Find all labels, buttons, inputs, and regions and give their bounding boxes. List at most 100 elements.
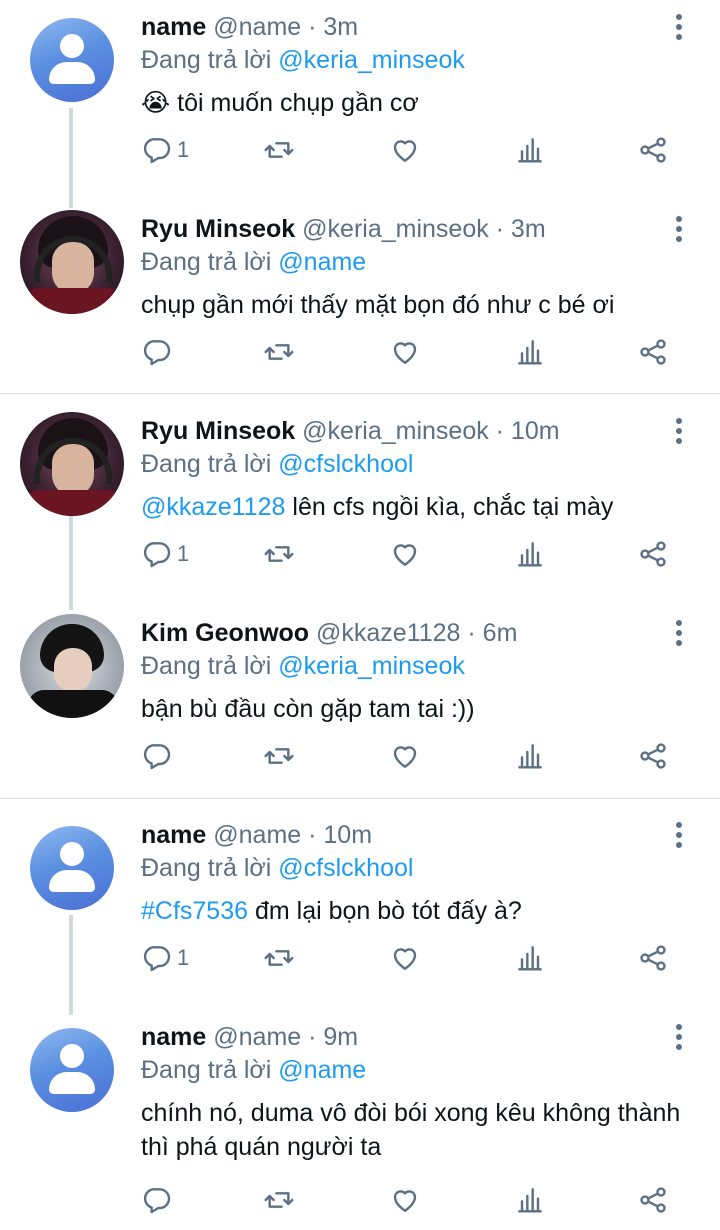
display-name[interactable]: name (141, 821, 206, 849)
tweet[interactable]: name @name · 10m Đang trả lời @cfslckhoo… (0, 808, 720, 998)
handle-time: @name · 3m (213, 13, 359, 41)
stats-button[interactable] (514, 1180, 546, 1220)
share-button[interactable] (637, 938, 669, 978)
display-name[interactable]: name (141, 1023, 206, 1051)
stats-button[interactable] (514, 332, 546, 372)
tweet[interactable]: Kim Geonwoo @kkaze1128 · 6m Đang trả lời… (0, 606, 720, 796)
retweet-icon (264, 142, 294, 158)
replying-to-mention[interactable]: @name (278, 248, 366, 276)
tweet-header: name @name · 9m (141, 1022, 358, 1052)
display-name[interactable]: name (141, 13, 206, 41)
tweet-actions (141, 736, 681, 776)
reply-button[interactable]: 1 (141, 130, 189, 170)
stats-button[interactable] (514, 938, 546, 978)
stats-button[interactable] (514, 736, 546, 776)
more-icon[interactable] (674, 418, 684, 446)
avatar[interactable] (30, 18, 114, 102)
reply-prefix: Đang trả lời (141, 248, 272, 276)
tweet-text-content: tôi muốn chụp gần cơ (177, 89, 419, 117)
retweet-icon (264, 748, 294, 764)
retweet-button[interactable] (263, 534, 295, 574)
tweet-text: 😭 tôi muốn chụp gần cơ (141, 86, 701, 120)
display-name[interactable]: Kim Geonwoo (141, 619, 309, 647)
retweet-icon (264, 1192, 294, 1208)
reply-prefix: Đang trả lời (141, 46, 272, 74)
like-button[interactable] (389, 938, 421, 978)
more-icon[interactable] (674, 216, 684, 244)
reply-button[interactable] (141, 332, 177, 372)
share-button[interactable] (637, 736, 669, 776)
tweet-text: @kkaze1128 lên cfs ngồi kìa, chắc tại mà… (141, 490, 701, 524)
reply-button[interactable] (141, 736, 177, 776)
stats-icon (518, 138, 542, 163)
share-button[interactable] (637, 534, 669, 574)
retweet-button[interactable] (263, 130, 295, 170)
hashtag-link[interactable]: #Cfs7536 (141, 897, 248, 925)
reply-prefix: Đang trả lời (141, 450, 272, 478)
like-button[interactable] (389, 1180, 421, 1220)
tweet-actions: 1 (141, 938, 681, 978)
replying-to: Đang trả lời @name (141, 247, 366, 277)
handle-time: @kkaze1128 · 6m (316, 619, 518, 647)
avatar[interactable] (20, 412, 124, 516)
replying-to-mention[interactable]: @keria_minseok (278, 652, 465, 680)
crying-emoji: 😭 (141, 89, 171, 117)
more-icon[interactable] (674, 822, 684, 850)
stats-icon (518, 542, 542, 567)
replying-to-mention[interactable]: @cfslckhool (278, 854, 413, 882)
replying-to: Đang trả lời @name (141, 1055, 366, 1085)
tweet[interactable]: Ryu Minseok @keria_minseok · 3m Đang trả… (0, 202, 720, 392)
more-icon[interactable] (674, 14, 684, 42)
stats-button[interactable] (514, 534, 546, 574)
reply-prefix: Đang trả lời (141, 1056, 272, 1084)
replying-to-mention[interactable]: @name (278, 1056, 366, 1084)
retweet-button[interactable] (263, 938, 295, 978)
avatar[interactable] (20, 614, 124, 718)
avatar[interactable] (30, 826, 114, 910)
retweet-button[interactable] (263, 1180, 295, 1220)
avatar[interactable] (30, 1028, 114, 1112)
stats-icon (518, 340, 542, 365)
display-name[interactable]: Ryu Minseok (141, 215, 295, 243)
retweet-icon (264, 344, 294, 360)
replying-to: Đang trả lời @keria_minseok (141, 651, 465, 681)
heart-icon (393, 544, 417, 566)
replying-to-mention[interactable]: @cfslckhool (278, 450, 413, 478)
replying-to: Đang trả lời @keria_minseok (141, 45, 465, 75)
more-icon[interactable] (674, 620, 684, 648)
replying-to-mention[interactable]: @keria_minseok (278, 46, 465, 74)
reply-button[interactable]: 1 (141, 938, 189, 978)
share-button[interactable] (637, 130, 669, 170)
user-mention-link[interactable]: @kkaze1128 (141, 493, 285, 521)
tweet[interactable]: Ryu Minseok @keria_minseok · 10m Đang tr… (0, 404, 720, 594)
like-button[interactable] (389, 130, 421, 170)
like-button[interactable] (389, 736, 421, 776)
avatar[interactable] (20, 210, 124, 314)
retweet-button[interactable] (263, 332, 295, 372)
share-button[interactable] (637, 332, 669, 372)
like-button[interactable] (389, 332, 421, 372)
reply-count: 1 (177, 137, 190, 162)
tweet-header: name @name · 10m (141, 820, 372, 850)
tweet-actions (141, 332, 681, 372)
tweet-text: bận bù đầu còn gặp tam tai :)) (141, 695, 475, 723)
replying-to: Đang trả lời @cfslckhool (141, 449, 413, 479)
like-button[interactable] (389, 534, 421, 574)
thread-divider (0, 393, 720, 394)
more-icon[interactable] (674, 1024, 684, 1052)
display-name[interactable]: Ryu Minseok (141, 417, 295, 445)
reply-button[interactable]: 1 (141, 534, 189, 574)
retweet-button[interactable] (263, 736, 295, 776)
tweet[interactable]: name @name · 9m Đang trả lời @name chính… (0, 1010, 720, 1230)
tweet[interactable]: name @name · 3m Đang trả lời @keria_mins… (0, 0, 720, 190)
reply-button[interactable] (141, 1180, 177, 1220)
share-button[interactable] (637, 1180, 669, 1220)
reply-prefix: Đang trả lời (141, 652, 272, 680)
stats-icon (518, 1188, 542, 1213)
heart-icon (393, 342, 417, 364)
heart-icon (393, 746, 417, 768)
reply-prefix: Đang trả lời (141, 854, 272, 882)
share-icon (640, 1187, 666, 1213)
handle-time: @keria_minseok · 3m (302, 215, 546, 243)
stats-button[interactable] (514, 130, 546, 170)
